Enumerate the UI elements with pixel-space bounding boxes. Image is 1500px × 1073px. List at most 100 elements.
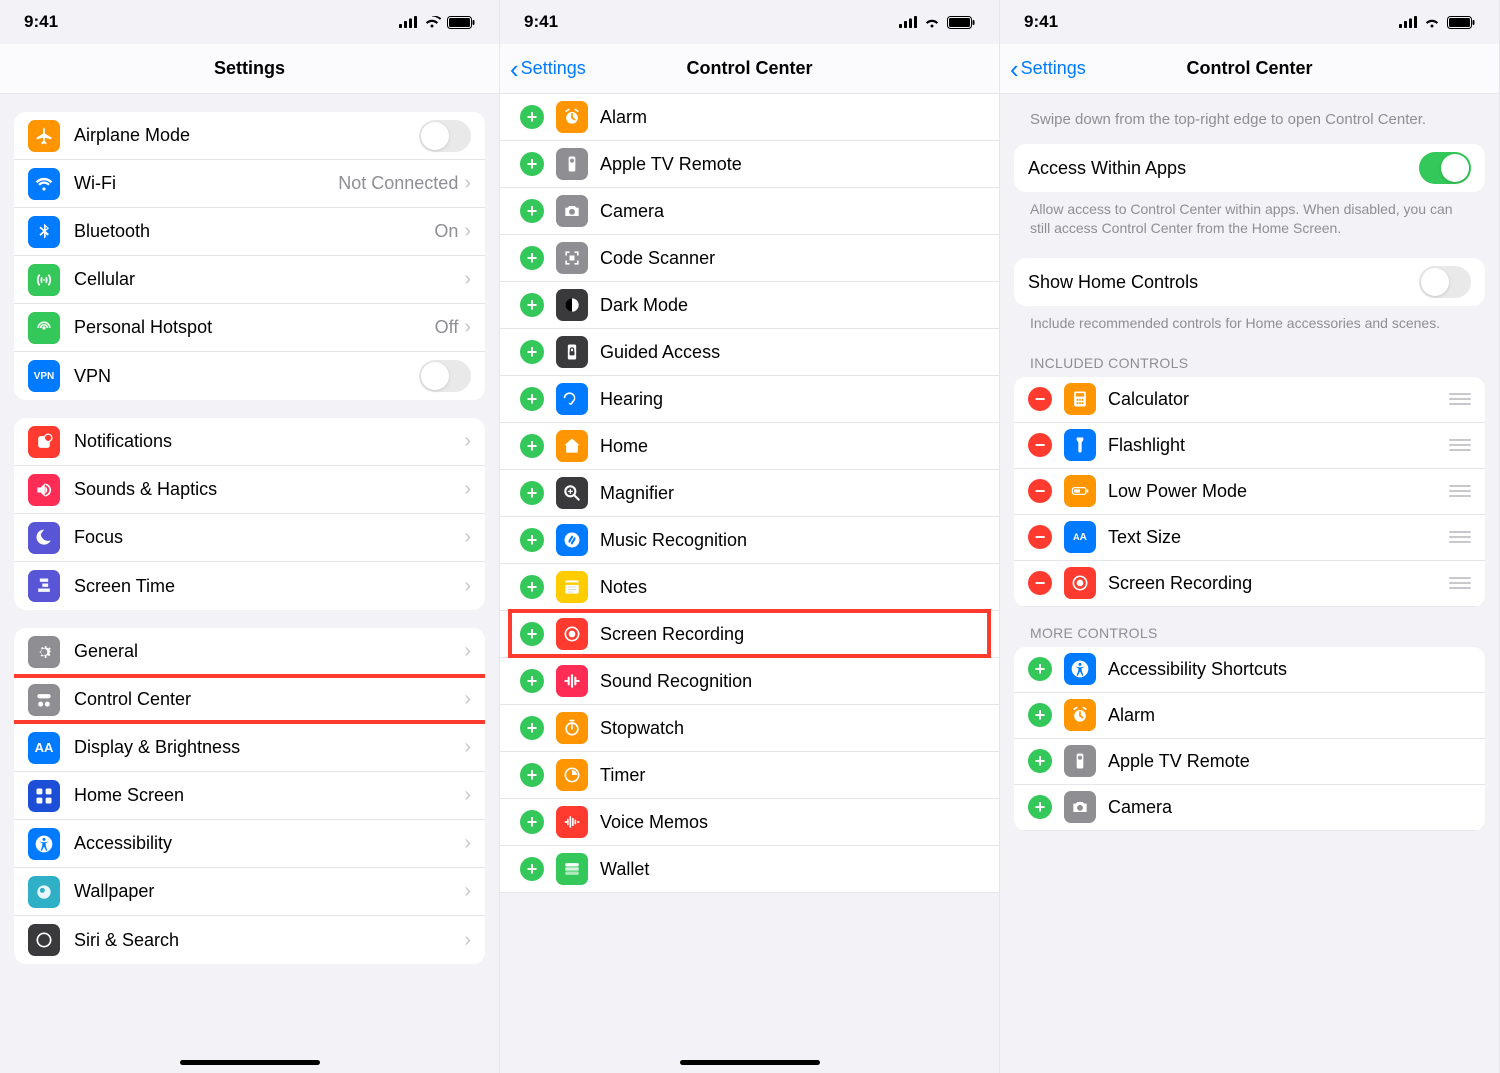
settings-row-airplane-mode[interactable]: Airplane Mode	[14, 112, 485, 160]
add-button[interactable]: +	[520, 434, 544, 458]
remove-button[interactable]: −	[1028, 525, 1052, 549]
cellular-signal-icon	[1399, 16, 1417, 28]
settings-row-general[interactable]: General›	[14, 628, 485, 676]
control-row-guided-access[interactable]: +Guided Access	[500, 329, 999, 376]
add-button[interactable]: +	[520, 105, 544, 129]
control-row-screen-recording[interactable]: −Screen Recording	[1014, 561, 1485, 607]
battery-icon	[447, 16, 475, 29]
screentime-icon	[28, 570, 60, 602]
add-button[interactable]: +	[1028, 657, 1052, 681]
settings-row-siri-search[interactable]: Siri & Search›	[14, 916, 485, 964]
control-row-text-size[interactable]: −AAText Size	[1014, 515, 1485, 561]
control-row-apple-tv-remote[interactable]: + Apple TV Remote	[1014, 739, 1485, 785]
control-row-dark-mode[interactable]: +Dark Mode	[500, 282, 999, 329]
add-button[interactable]: +	[520, 857, 544, 881]
remove-button[interactable]: −	[1028, 571, 1052, 595]
settings-row-home-screen[interactable]: Home Screen›	[14, 772, 485, 820]
drag-handle-icon[interactable]	[1449, 485, 1471, 497]
add-button[interactable]: +	[520, 575, 544, 599]
minus-icon: −	[1035, 390, 1046, 408]
add-button[interactable]: +	[520, 669, 544, 693]
control-row-magnifier[interactable]: +Magnifier	[500, 470, 999, 517]
settings-content[interactable]: Airplane ModeWi-FiNot Connected›Bluetoot…	[0, 94, 499, 1073]
settings-row-focus[interactable]: Focus›	[14, 514, 485, 562]
drag-handle-icon[interactable]	[1449, 393, 1471, 405]
add-button[interactable]: +	[520, 622, 544, 646]
nav-header: ‹ Settings Control Center	[500, 44, 999, 94]
settings-row-accessibility[interactable]: Accessibility›	[14, 820, 485, 868]
settings-row-sounds-haptics[interactable]: Sounds & Haptics›	[14, 466, 485, 514]
access-within-apps-row[interactable]: Access Within Apps	[1014, 144, 1485, 192]
back-button[interactable]: ‹ Settings	[1010, 56, 1086, 82]
control-label: Music Recognition	[600, 530, 985, 551]
settings-row-wallpaper[interactable]: Wallpaper›	[14, 868, 485, 916]
toggle[interactable]	[419, 120, 471, 152]
add-button[interactable]: +	[520, 387, 544, 411]
control-row-home[interactable]: +Home	[500, 423, 999, 470]
screenrecording-icon	[1064, 567, 1096, 599]
control-row-timer[interactable]: +Timer	[500, 752, 999, 799]
settings-row-vpn[interactable]: VPNVPN	[14, 352, 485, 400]
control-row-accessibility-shortcuts[interactable]: +Accessibility Shortcuts	[1014, 647, 1485, 693]
add-button[interactable]: +	[520, 152, 544, 176]
drag-handle-icon[interactable]	[1449, 577, 1471, 589]
control-row-low-power-mode[interactable]: −Low Power Mode	[1014, 469, 1485, 515]
control-row-hearing[interactable]: +Hearing	[500, 376, 999, 423]
control-row-stopwatch[interactable]: +Stopwatch	[500, 705, 999, 752]
control-row-flashlight[interactable]: −Flashlight	[1014, 423, 1485, 469]
control-row-wallet[interactable]: +Wallet	[500, 846, 999, 893]
status-time: 9:41	[24, 12, 58, 32]
show-home-controls-row[interactable]: Show Home Controls	[1014, 258, 1485, 306]
add-button[interactable]: +	[520, 716, 544, 740]
settings-row-cellular[interactable]: Cellular›	[14, 256, 485, 304]
add-button[interactable]: +	[1028, 749, 1052, 773]
add-button[interactable]: +	[1028, 795, 1052, 819]
access-toggle[interactable]	[1419, 152, 1471, 184]
settings-row-personal-hotspot[interactable]: Personal HotspotOff›	[14, 304, 485, 352]
back-button[interactable]: ‹ Settings	[510, 56, 586, 82]
settings-row-notifications[interactable]: Notifications›	[14, 418, 485, 466]
add-button[interactable]: +	[1028, 703, 1052, 727]
nav-header: Settings	[0, 44, 499, 94]
control-row-alarm[interactable]: +Alarm	[500, 94, 999, 141]
drag-handle-icon[interactable]	[1449, 439, 1471, 451]
settings-row-wi-fi[interactable]: Wi-FiNot Connected›	[14, 160, 485, 208]
add-button[interactable]: +	[520, 293, 544, 317]
control-row-camera[interactable]: +Camera	[1014, 785, 1485, 831]
home-controls-toggle[interactable]	[1419, 266, 1471, 298]
remove-button[interactable]: −	[1028, 433, 1052, 457]
control-row-sound-recognition[interactable]: +Sound Recognition	[500, 658, 999, 705]
settings-row-screen-time[interactable]: Screen Time›	[14, 562, 485, 610]
control-row-calculator[interactable]: −Calculator	[1014, 377, 1485, 423]
control-row-camera[interactable]: + Camera	[500, 188, 999, 235]
general-icon	[28, 636, 60, 668]
settings-row-control-center[interactable]: Control Center›	[14, 676, 485, 724]
control-label: Apple TV Remote	[1108, 751, 1471, 772]
add-button[interactable]: +	[520, 810, 544, 834]
remove-button[interactable]: −	[1028, 479, 1052, 503]
control-row-alarm[interactable]: +Alarm	[1014, 693, 1485, 739]
hearing-icon	[556, 383, 588, 415]
control-row-apple-tv-remote[interactable]: +Apple TV Remote	[500, 141, 999, 188]
add-button[interactable]: +	[520, 763, 544, 787]
chevron-right-icon: ›	[464, 929, 471, 952]
control-row-code-scanner[interactable]: +Code Scanner	[500, 235, 999, 282]
settings-row-bluetooth[interactable]: BluetoothOn›	[14, 208, 485, 256]
add-button[interactable]: +	[520, 481, 544, 505]
control-row-music-recognition[interactable]: + Music Recognition	[500, 517, 999, 564]
control-row-screen-recording[interactable]: +Screen Recording	[500, 611, 999, 658]
toggle[interactable]	[419, 360, 471, 392]
control-row-notes[interactable]: +Notes	[500, 564, 999, 611]
drag-handle-icon[interactable]	[1449, 531, 1471, 543]
cc-add-content[interactable]: +Alarm+Apple TV Remote+Camera+Code Scann…	[500, 94, 999, 1073]
cc-main-content[interactable]: Swipe down from the top-right edge to op…	[1000, 94, 1499, 1073]
camera-icon	[1064, 791, 1096, 823]
add-button[interactable]: +	[520, 246, 544, 270]
remove-button[interactable]: −	[1028, 387, 1052, 411]
add-button[interactable]: +	[520, 528, 544, 552]
control-label: Camera	[600, 201, 985, 222]
add-button[interactable]: +	[520, 199, 544, 223]
add-button[interactable]: +	[520, 340, 544, 364]
control-row-voice-memos[interactable]: +Voice Memos	[500, 799, 999, 846]
settings-row-display-brightness[interactable]: AADisplay & Brightness›	[14, 724, 485, 772]
